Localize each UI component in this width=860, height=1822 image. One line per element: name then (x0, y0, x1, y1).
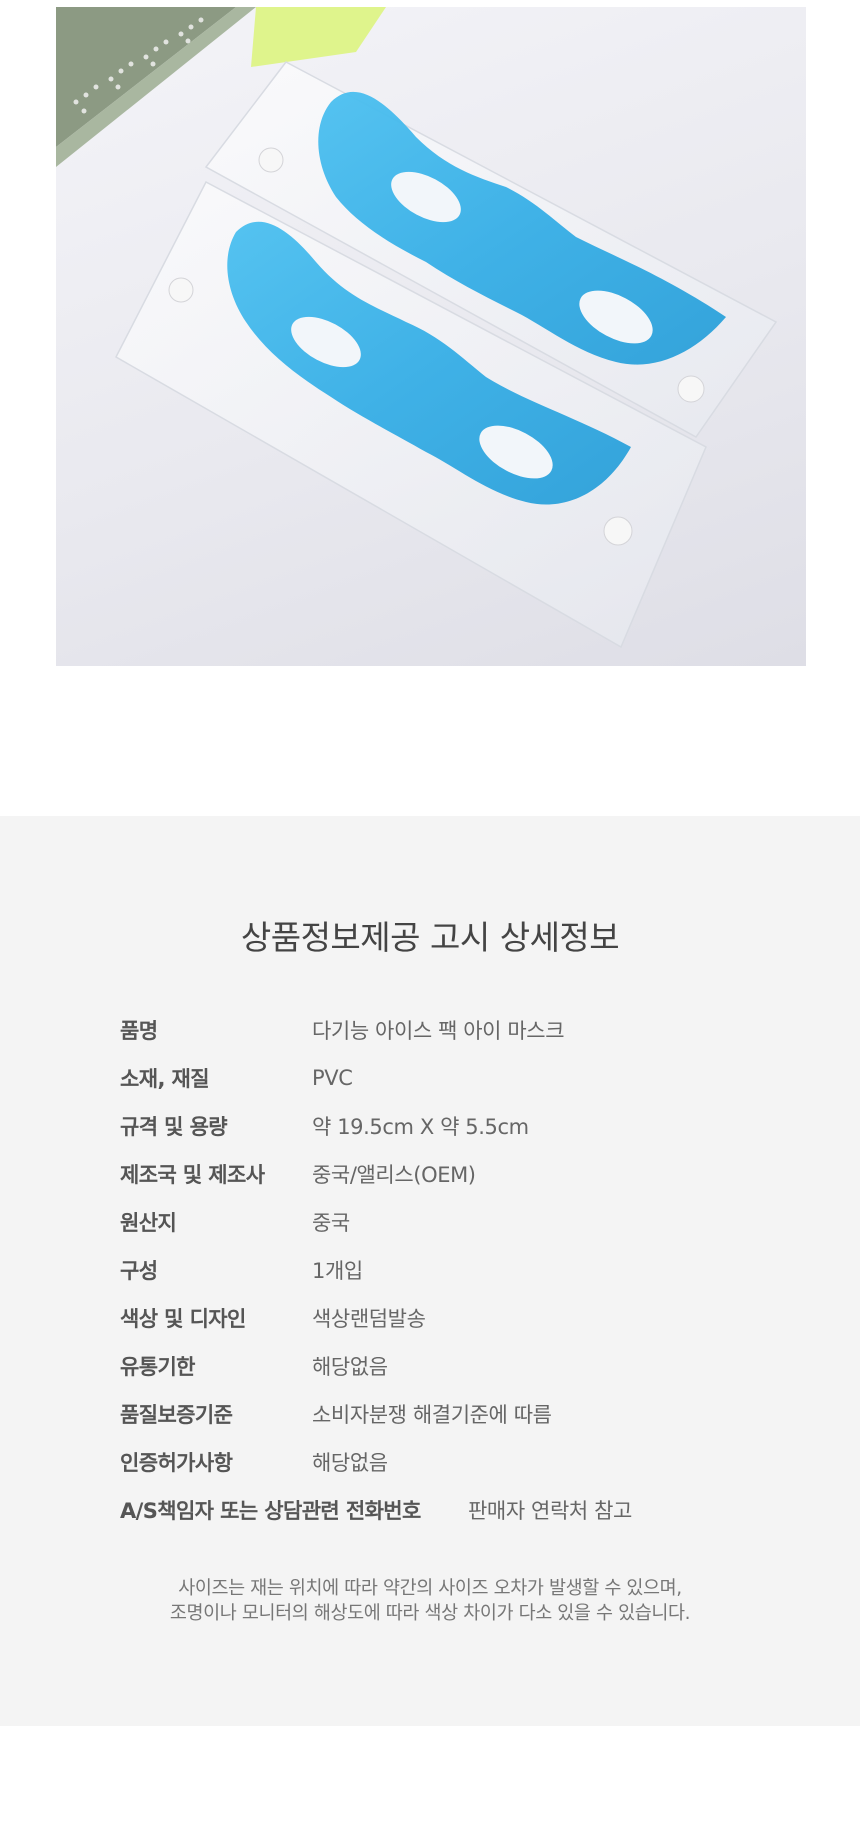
spec-row-origin: 원산지 중국 (120, 1198, 780, 1246)
spec-value: 중국 (312, 1211, 350, 1235)
spec-label: 인증허가사항 (120, 1451, 233, 1475)
spec-label: 품질보증기준 (120, 1403, 233, 1427)
spec-value: 색상랜덤발송 (312, 1307, 426, 1331)
spec-row-material: 소재, 재질 PVC (120, 1054, 780, 1102)
spec-value: 판매자 연락처 참고 (468, 1499, 632, 1523)
spec-value: 중국/앨리스(OEM) (312, 1163, 476, 1187)
spec-row-manufacturer: 제조국 및 제조사 중국/앨리스(OEM) (120, 1150, 780, 1198)
spec-value: 약 19.5cm X 약 5.5cm (312, 1115, 529, 1139)
spec-label: 구성 (120, 1259, 158, 1283)
spec-row-color-design: 색상 및 디자인 색상랜덤발송 (120, 1294, 780, 1342)
info-title: 상품정보제공 고시 상세정보 (240, 918, 620, 957)
disclaimer-line-1: 사이즈는 재는 위치에 따라 약간의 사이즈 오차가 발생할 수 있으며, (178, 1578, 682, 1599)
spec-row-composition: 구성 1개입 (120, 1246, 780, 1294)
disclaimer-line-2: 조명이나 모니터의 해상도에 따라 색상 차이가 다소 있을 수 있습니다. (169, 1603, 691, 1624)
spec-value: 1개입 (312, 1259, 363, 1283)
spec-value: 해당없음 (312, 1355, 388, 1379)
spec-value: 다기능 아이스 팩 아이 마스크 (312, 1019, 565, 1043)
spec-value: PVC (312, 1066, 353, 1090)
spec-label: 원산지 (120, 1211, 177, 1235)
spec-label: 소재, 재질 (120, 1067, 210, 1091)
spec-label: A/S책임자 또는 상담관련 전화번호 (120, 1499, 421, 1523)
product-photo-illustration (56, 7, 778, 649)
spec-value: 소비자분쟁 해결기준에 따름 (312, 1403, 552, 1427)
spec-list: 품명 다기능 아이스 팩 아이 마스크 소재, 재질 PVC 규격 및 용량 약… (120, 1006, 780, 1534)
product-detail-page: 상품정보제공 고시 상세정보 품명 다기능 아이스 팩 아이 마스크 소재, 재… (0, 0, 860, 1822)
spec-row-size: 규격 및 용량 약 19.5cm X 약 5.5cm (120, 1102, 780, 1150)
spec-label: 규격 및 용량 (120, 1115, 228, 1139)
spec-label: 색상 및 디자인 (120, 1307, 246, 1331)
spec-label: 품명 (120, 1019, 158, 1043)
product-photo (56, 7, 806, 666)
product-info-section: 상품정보제공 고시 상세정보 품명 다기능 아이스 팩 아이 마스크 소재, 재… (0, 816, 860, 1726)
disclaimer-note: 사이즈는 재는 위치에 따라 약간의 사이즈 오차가 발생할 수 있으며, 조명… (0, 1576, 860, 1626)
spec-row-product-name: 품명 다기능 아이스 팩 아이 마스크 (120, 1006, 780, 1054)
spec-row-quality-standard: 품질보증기준 소비자분쟁 해결기준에 따름 (120, 1390, 780, 1438)
spec-row-as-contact: A/S책임자 또는 상담관련 전화번호 판매자 연락처 참고 (120, 1486, 780, 1534)
spec-label: 제조국 및 제조사 (120, 1163, 265, 1187)
spec-label: 유통기한 (120, 1355, 195, 1379)
spec-value: 해당없음 (312, 1451, 388, 1475)
spec-row-expiry: 유통기한 해당없음 (120, 1342, 780, 1390)
spec-row-certification: 인증허가사항 해당없음 (120, 1438, 780, 1486)
